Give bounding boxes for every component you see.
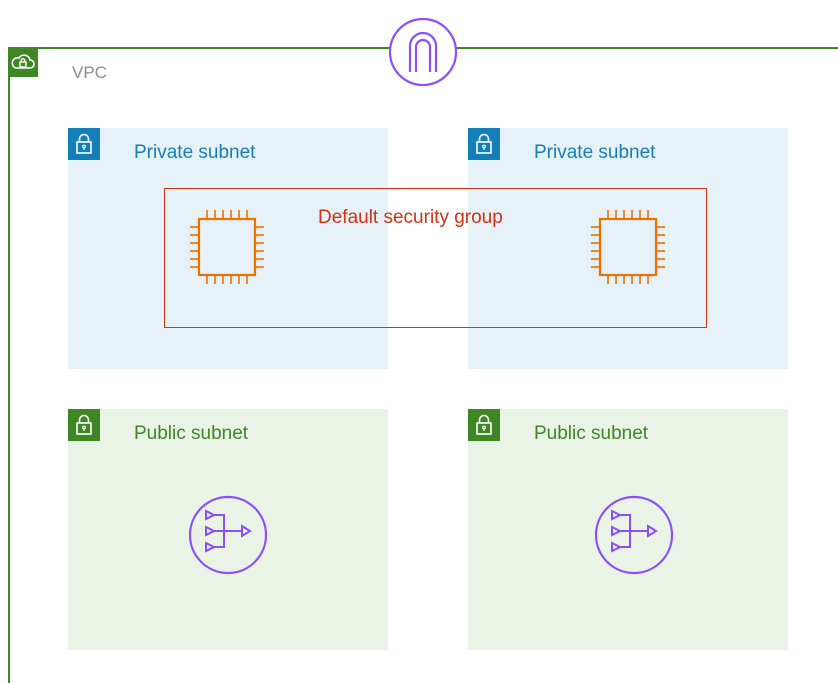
lock-icon — [76, 414, 92, 435]
vpc-border-left — [8, 47, 10, 683]
vpc-cloud-lock-icon — [11, 54, 35, 69]
ec2-instance-icon — [591, 210, 665, 284]
internet-gateway-icon — [388, 17, 458, 87]
lock-icon — [476, 133, 492, 154]
private-subnet-badge — [68, 128, 100, 160]
public-subnet-badge — [468, 409, 500, 441]
subnet-label: Private subnet — [534, 142, 656, 163]
vpc-badge — [8, 47, 38, 77]
vpc-label: VPC — [72, 63, 107, 82]
security-group-label: Default security group — [318, 207, 503, 228]
subnet-label: Private subnet — [134, 142, 256, 163]
subnet-label: Public subnet — [134, 423, 249, 444]
nat-gateway-icon — [188, 495, 268, 575]
nat-gateway-icon — [594, 495, 674, 575]
private-subnet-badge — [468, 128, 500, 160]
lock-icon — [76, 133, 92, 154]
subnet-label: Public subnet — [534, 423, 649, 444]
ec2-instance-icon — [190, 210, 264, 284]
lock-icon — [476, 414, 492, 435]
public-subnet-badge — [68, 409, 100, 441]
